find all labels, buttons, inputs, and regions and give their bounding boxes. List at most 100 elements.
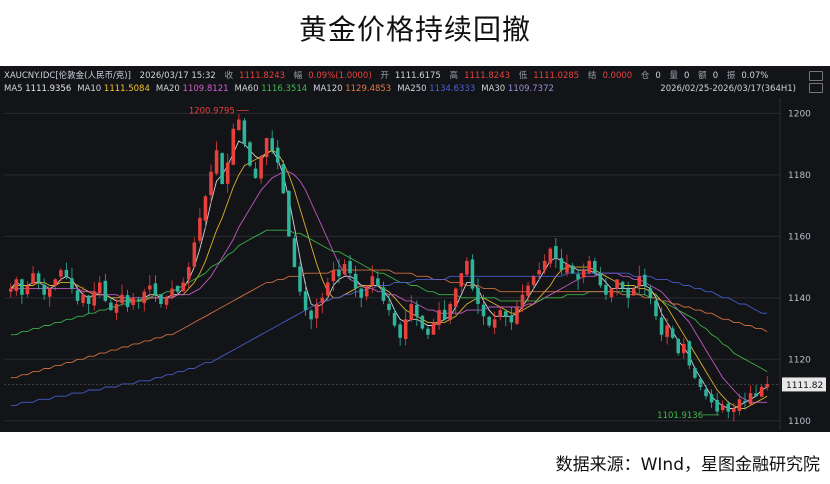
candle-body <box>376 278 380 286</box>
candle-body <box>531 276 536 286</box>
candle-body <box>142 291 147 304</box>
candle-body <box>287 190 291 237</box>
candle-body <box>120 294 124 304</box>
candle-body <box>637 276 642 287</box>
candle-body <box>687 341 692 366</box>
candle-body <box>682 343 686 354</box>
candle-body <box>253 168 258 178</box>
candle-body <box>320 297 325 303</box>
candle-body <box>437 310 441 326</box>
candle-body <box>409 303 414 320</box>
candle-body <box>192 242 197 267</box>
candle-body <box>264 137 269 157</box>
candle-body <box>159 294 163 304</box>
candle-body <box>737 399 742 411</box>
candle-body <box>259 156 263 179</box>
candle-body <box>186 267 191 280</box>
candle-body <box>303 291 308 311</box>
candle-body <box>220 153 224 185</box>
y-tick-label: 1180 <box>788 171 811 181</box>
candle-body <box>64 269 69 277</box>
candle-body <box>153 283 158 295</box>
candle-body <box>570 265 575 274</box>
candle-body <box>676 338 681 354</box>
y-tick-label: 1200 <box>788 109 811 119</box>
candle-body <box>754 393 758 397</box>
candle-body <box>248 142 252 166</box>
candle-body <box>648 288 653 298</box>
candle-body <box>75 290 80 301</box>
candle-body <box>593 261 597 274</box>
ma-line-ma5 <box>10 140 768 409</box>
candle-body <box>47 288 52 297</box>
candle-body <box>726 403 731 412</box>
candle-body <box>36 273 41 283</box>
candle-body <box>470 259 475 289</box>
candle-body <box>431 322 436 335</box>
candle-body <box>415 304 419 317</box>
candle-body <box>392 312 397 326</box>
candle-body <box>504 311 508 317</box>
candle-body <box>298 266 302 292</box>
candle-body <box>459 273 464 287</box>
candle-body <box>515 307 519 324</box>
candle-body <box>42 284 46 295</box>
candle-body <box>97 282 102 294</box>
candle-body <box>465 260 469 275</box>
y-tick-label: 1100 <box>788 417 811 427</box>
candle-body <box>476 287 480 304</box>
chart-panel[interactable]: XAUCNY.IDC[伦敦金(人民币/克)] 2026/03/17 15:32 … <box>0 66 830 432</box>
candle-body <box>309 310 313 320</box>
candle-body <box>609 288 614 298</box>
candle-body <box>487 316 491 326</box>
candle-body <box>576 274 580 280</box>
y-tick-label: 1160 <box>788 232 811 242</box>
candle-body <box>125 295 130 308</box>
y-tick-label: 1140 <box>788 294 811 304</box>
candle-body <box>492 319 497 328</box>
candle-body <box>520 294 525 306</box>
candle-body <box>743 400 747 403</box>
candle-body <box>732 408 736 412</box>
candle-body <box>554 246 558 258</box>
candle-body <box>359 288 363 298</box>
candle-body <box>281 163 286 194</box>
candle-body <box>709 394 714 403</box>
candle-body <box>14 279 19 291</box>
candle-body <box>526 285 530 296</box>
candle-body <box>537 270 541 275</box>
candle-body <box>426 328 430 335</box>
candle-body <box>370 276 375 286</box>
candle-body <box>698 378 703 387</box>
candle-body <box>548 248 553 264</box>
page-title: 黄金价格持续回撤 <box>298 13 531 46</box>
candle-body <box>164 297 169 305</box>
candle-body <box>387 303 391 311</box>
candle-body <box>203 196 208 221</box>
candle-body <box>720 405 725 411</box>
candle-body <box>654 300 658 317</box>
candle-body <box>148 285 152 290</box>
candle-body <box>559 258 564 271</box>
candle-body <box>337 269 341 277</box>
candle-body <box>136 299 141 301</box>
candle-body <box>448 303 452 320</box>
candle-body <box>81 294 85 304</box>
candle-body <box>442 309 447 320</box>
candle-body <box>643 274 647 286</box>
candle-body <box>659 317 664 335</box>
candle-body <box>587 260 592 273</box>
candle-body <box>275 147 280 163</box>
candle-body <box>331 270 336 282</box>
candle-body <box>398 324 402 338</box>
candlestick-chart[interactable]: 1200 1180 1160 1140 1120 1100 1200.9795 1101.91… <box>0 66 830 432</box>
candle-body <box>225 162 230 184</box>
source-note: 数据来源：WInd，星图金融研究院 <box>555 455 820 475</box>
candle-body <box>92 291 96 306</box>
candle-body <box>175 285 180 292</box>
candle-body <box>237 119 241 131</box>
candle-body <box>342 264 347 275</box>
candle-body <box>704 389 708 397</box>
candle-body <box>86 295 91 304</box>
current-price-label: 1111.82 <box>786 381 823 391</box>
